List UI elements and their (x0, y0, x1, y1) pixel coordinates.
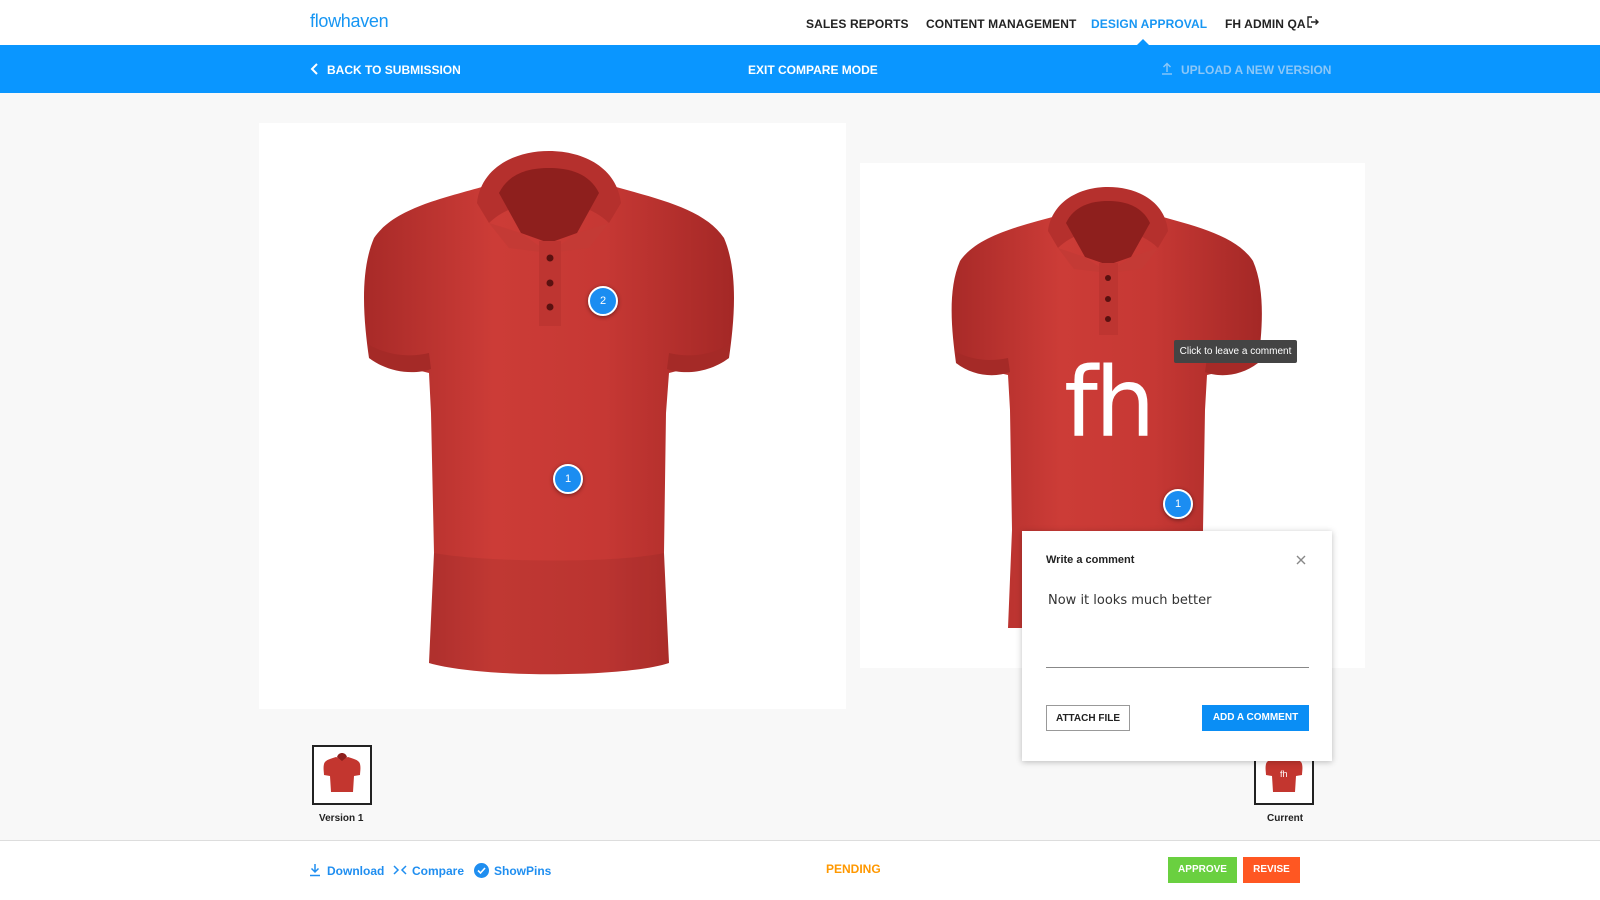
add-comment-button[interactable]: ADD A COMMENT (1202, 705, 1309, 731)
leave-comment-tooltip: Click to leave a comment (1174, 340, 1297, 363)
compare-icon[interactable] (393, 863, 407, 877)
logout-icon[interactable] (1306, 15, 1320, 29)
flowhaven-logo[interactable]: flowhaven (310, 11, 389, 32)
comment-dialog: Write a comment Now it looks much better… (1022, 531, 1332, 761)
attach-file-button[interactable]: ATTACH FILE (1046, 705, 1130, 731)
comment-pin-1[interactable]: 1 (553, 464, 583, 494)
upload-icon (1162, 62, 1172, 75)
thumbnail-version-1[interactable] (312, 745, 372, 805)
compare-link[interactable]: Compare (412, 864, 464, 878)
comment-textarea[interactable]: Now it looks much better (1048, 593, 1211, 608)
back-to-submission-link[interactable]: BACK TO SUBMISSION (327, 63, 461, 77)
approval-status-badge: PENDING (826, 862, 881, 876)
revise-button[interactable]: REVISE (1243, 857, 1300, 883)
nav-content-management[interactable]: CONTENT MANAGEMENT (926, 17, 1076, 31)
comment-dialog-title: Write a comment (1046, 554, 1135, 566)
download-link[interactable]: Download (327, 864, 384, 878)
comment-pin-1[interactable]: 1 (1163, 489, 1193, 519)
nav-design-approval[interactable]: DESIGN APPROVAL (1091, 17, 1207, 31)
version-1-image-panel[interactable]: 2 1 (259, 123, 846, 709)
approve-button[interactable]: APPROVE (1168, 857, 1237, 883)
close-icon[interactable] (1294, 553, 1308, 567)
exit-compare-mode-button[interactable]: EXIT COMPARE MODE (748, 63, 878, 77)
red-polo-shirt-image (364, 151, 734, 675)
thumbnail-label-current: Current (1267, 813, 1304, 824)
thumbnail-logo-print: fh (1280, 769, 1288, 779)
download-icon[interactable] (309, 863, 321, 877)
upload-new-version-button[interactable]: UPLOAD A NEW VERSION (1181, 63, 1331, 77)
check-circle-icon[interactable] (474, 863, 489, 878)
bottom-action-bar (0, 840, 1600, 900)
thumbnail-label-version-1: Version 1 (319, 813, 364, 824)
show-pins-toggle[interactable]: ShowPins (494, 864, 551, 878)
shirt-thumbnail-icon (323, 753, 361, 792)
nav-user-account[interactable]: FH ADMIN QA (1225, 17, 1306, 31)
nav-sales-reports[interactable]: SALES REPORTS (806, 17, 909, 31)
fh-logo-print: fh (1064, 347, 1156, 459)
comment-underline (1046, 667, 1309, 668)
comment-pin-2[interactable]: 2 (588, 286, 618, 316)
chevron-left-icon[interactable] (310, 63, 320, 75)
top-navbar: flowhaven SALES REPORTS CONTENT MANAGEME… (0, 0, 1600, 45)
